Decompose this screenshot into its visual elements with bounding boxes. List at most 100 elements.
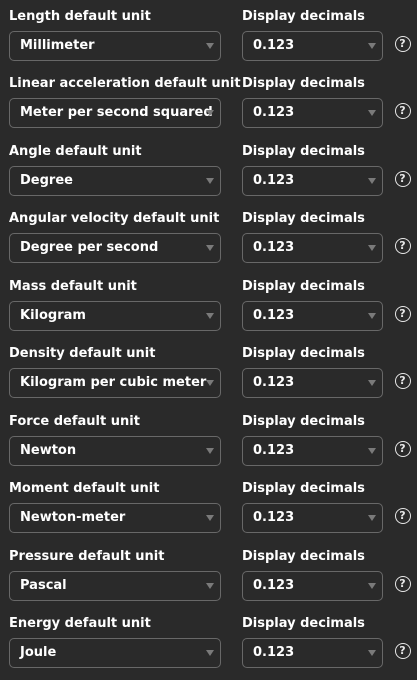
help-circle-icon[interactable]: ? [395,36,411,52]
decimals-label: Display decimals [242,9,365,24]
decimals-select[interactable]: 0.123 [242,166,383,196]
decimals-label: Display decimals [242,616,365,631]
help-glyph: ? [399,374,406,387]
chevron-down-icon [206,245,214,251]
decimals-label: Display decimals [242,144,365,159]
unit-label: Density default unit [9,346,156,361]
decimals-select-value: 0.123 [253,443,295,458]
unit-select[interactable]: Joule [9,638,221,668]
unit-select-value: Newton [20,443,77,458]
chevron-down-icon [368,650,376,656]
decimals-select-value: 0.123 [253,38,295,53]
setting-row-density: Density default unit Display decimals Ki… [0,346,417,410]
unit-label: Force default unit [9,414,140,429]
help-glyph: ? [399,442,406,455]
unit-label: Angle default unit [9,144,142,159]
chevron-down-icon [368,43,376,49]
decimals-select[interactable]: 0.123 [242,301,383,331]
chevron-down-icon [368,110,376,116]
unit-label: Linear acceleration default unit [9,76,241,91]
chevron-down-icon [368,515,376,521]
decimals-select-value: 0.123 [253,105,295,120]
help-circle-icon[interactable]: ? [395,643,411,659]
chevron-down-icon [206,380,214,386]
decimals-select-value: 0.123 [253,645,295,660]
decimals-label: Display decimals [242,549,365,564]
help-glyph: ? [399,104,406,117]
setting-row-force: Force default unit Display decimals Newt… [0,414,417,478]
decimals-select-value: 0.123 [253,510,295,525]
unit-select[interactable]: Pascal [9,571,221,601]
decimals-select[interactable]: 0.123 [242,571,383,601]
chevron-down-icon [206,583,214,589]
chevron-down-icon [368,380,376,386]
chevron-down-icon [206,43,214,49]
chevron-down-icon [206,110,214,116]
chevron-down-icon [368,448,376,454]
unit-select[interactable]: Newton-meter [9,503,221,533]
unit-select[interactable]: Kilogram per cubic meter [9,368,221,398]
help-circle-icon[interactable]: ? [395,576,411,592]
setting-row-moment: Moment default unit Display decimals New… [0,481,417,545]
decimals-select-value: 0.123 [253,375,295,390]
unit-label: Moment default unit [9,481,160,496]
unit-select-value: Meter per second squared [20,105,213,120]
chevron-down-icon [206,515,214,521]
unit-select-value: Newton-meter [20,510,126,525]
chevron-down-icon [368,313,376,319]
help-circle-icon[interactable]: ? [395,508,411,524]
setting-row-angular-velocity: Angular velocity default unit Display de… [0,211,417,275]
unit-select[interactable]: Millimeter [9,31,221,61]
help-circle-icon[interactable]: ? [395,103,411,119]
setting-row-pressure: Pressure default unit Display decimals P… [0,549,417,613]
help-circle-icon[interactable]: ? [395,171,411,187]
chevron-down-icon [206,178,214,184]
chevron-down-icon [206,650,214,656]
unit-label: Angular velocity default unit [9,211,220,226]
decimals-select[interactable]: 0.123 [242,436,383,466]
chevron-down-icon [368,245,376,251]
help-glyph: ? [399,172,406,185]
help-glyph: ? [399,239,406,252]
unit-select-value: Degree [20,173,73,188]
decimals-select[interactable]: 0.123 [242,503,383,533]
chevron-down-icon [368,178,376,184]
unit-select-value: Kilogram [20,308,86,323]
unit-select-value: Kilogram per cubic meter [20,375,207,390]
decimals-label: Display decimals [242,76,365,91]
setting-row-angle: Angle default unit Display decimals Degr… [0,144,417,208]
unit-select[interactable]: Degree [9,166,221,196]
help-glyph: ? [399,509,406,522]
unit-select-value: Pascal [20,578,67,593]
setting-row-energy: Energy default unit Display decimals Jou… [0,616,417,680]
decimals-select[interactable]: 0.123 [242,98,383,128]
decimals-select[interactable]: 0.123 [242,368,383,398]
help-circle-icon[interactable]: ? [395,238,411,254]
setting-row-mass: Mass default unit Display decimals Kilog… [0,279,417,343]
help-circle-icon[interactable]: ? [395,306,411,322]
unit-select[interactable]: Kilogram [9,301,221,331]
unit-select-value: Degree per second [20,240,159,255]
decimals-select[interactable]: 0.123 [242,31,383,61]
unit-select[interactable]: Newton [9,436,221,466]
unit-label: Energy default unit [9,616,151,631]
help-glyph: ? [399,577,406,590]
decimals-select[interactable]: 0.123 [242,233,383,263]
decimals-label: Display decimals [242,481,365,496]
unit-label: Mass default unit [9,279,137,294]
decimals-label: Display decimals [242,279,365,294]
help-circle-icon[interactable]: ? [395,441,411,457]
help-glyph: ? [399,644,406,657]
unit-label: Length default unit [9,9,151,24]
decimals-label: Display decimals [242,414,365,429]
decimals-label: Display decimals [242,211,365,226]
chevron-down-icon [206,313,214,319]
help-circle-icon[interactable]: ? [395,373,411,389]
unit-select[interactable]: Degree per second [9,233,221,263]
decimals-select[interactable]: 0.123 [242,638,383,668]
decimals-label: Display decimals [242,346,365,361]
decimals-select-value: 0.123 [253,308,295,323]
unit-select[interactable]: Meter per second squared [9,98,221,128]
decimals-select-value: 0.123 [253,173,295,188]
chevron-down-icon [368,583,376,589]
